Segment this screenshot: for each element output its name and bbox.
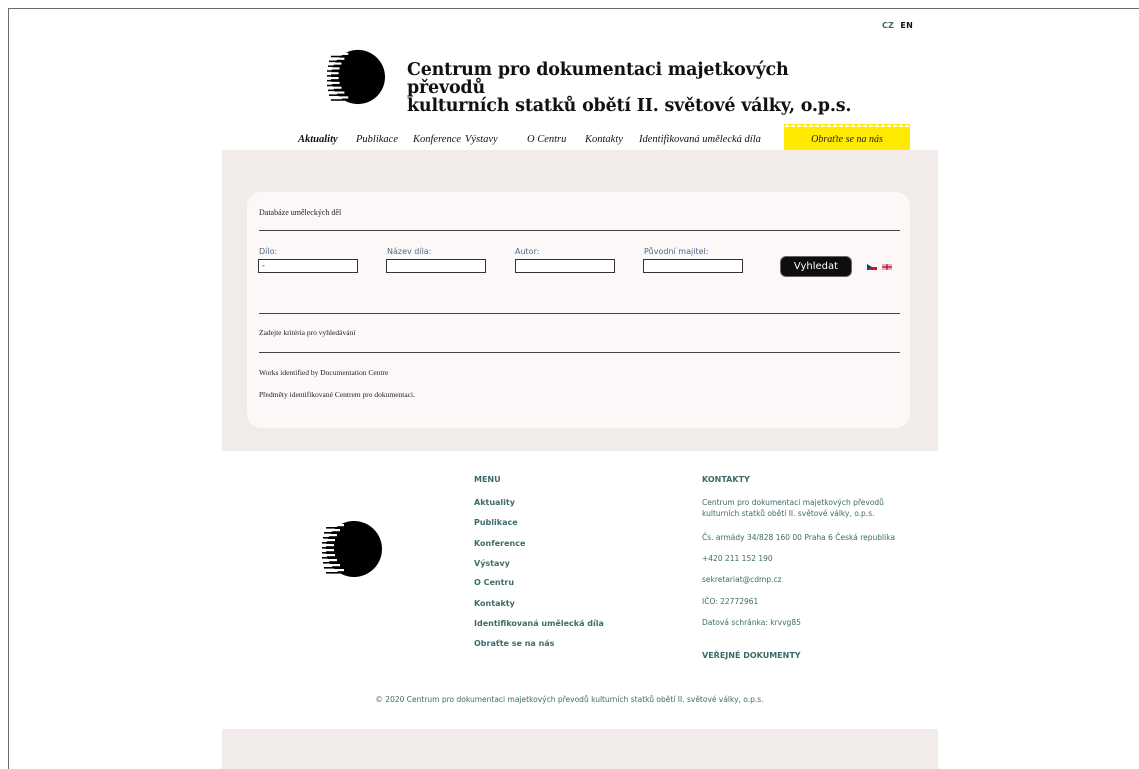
window-left-border [8, 8, 9, 769]
puvodni-majitel-input[interactable] [643, 259, 743, 273]
footer-link-o-centru[interactable]: O Centru [474, 578, 514, 587]
copyright-text: © 2020 Centrum pro dokumentaci majetkový… [375, 695, 764, 704]
footer-public-docs-link[interactable]: VEŘEJNÉ DOKUMENTY [702, 651, 801, 660]
footer-link-obratte-se[interactable]: Obraťte se na nás [474, 639, 554, 648]
nav-item-aktuality[interactable]: Aktuality [298, 134, 338, 145]
footer-link-publikace[interactable]: Publikace [474, 518, 518, 527]
footer-org-line-2: kulturních statků obětí II. světové válk… [702, 509, 875, 518]
site-title[interactable]: Centrum pro dokumentaci majetkových přev… [407, 61, 867, 115]
czech-flag-icon[interactable] [867, 264, 877, 270]
divider-top [259, 230, 900, 231]
footer-ico: IČO: 22772961 [702, 597, 759, 606]
lang-cz-link[interactable]: CZ [882, 21, 894, 30]
footer-link-konference[interactable]: Konference [474, 539, 525, 548]
footer-address: Čs. armády 34/828 160 00 Praha 6 Česká r… [702, 533, 896, 542]
autor-label: Autor: [515, 247, 540, 256]
footer-org-name: Centrum pro dokumentaci majetkových přev… [702, 497, 884, 519]
contact-us-label: Obraťte se na nás [811, 134, 883, 145]
nav-item-o-centru[interactable]: O Centru [527, 134, 566, 145]
footer-databox: Datová schránka: krvvg85 [702, 618, 801, 627]
dilo-input[interactable]: - [258, 259, 358, 273]
nav-item-kontakty[interactable]: Kontakty [585, 134, 623, 145]
site-logo-icon[interactable] [327, 47, 385, 107]
uk-flag-icon[interactable] [882, 264, 892, 270]
search-button[interactable]: Vyhledat [781, 257, 851, 276]
language-switcher: CZ EN [882, 21, 913, 30]
footer-phone[interactable]: +420 211 152 190 [702, 553, 773, 564]
nav-item-identifikovana-dila[interactable]: Identifikovaná umělecká díla [639, 134, 761, 145]
footer-logo-icon[interactable] [322, 519, 382, 579]
footer-link-vystavy[interactable]: Výstavy [474, 559, 510, 568]
footer-email[interactable]: sekretariat@cdmp.cz [702, 574, 782, 585]
nav-item-vystavy[interactable]: Výstavy [465, 134, 498, 145]
footer-contacts-heading: KONTAKTY [702, 475, 750, 484]
nazev-dila-label: Název díla: [387, 247, 432, 256]
autor-input[interactable] [515, 259, 615, 273]
divider-middle [259, 313, 900, 314]
footer-org-line-1: Centrum pro dokumentaci majetkových přev… [702, 498, 884, 507]
footer-link-kontakty[interactable]: Kontakty [474, 599, 515, 608]
search-button-label: Vyhledat [793, 261, 839, 272]
window-top-border [8, 8, 1139, 9]
lang-en-link[interactable]: EN [900, 21, 913, 30]
search-hint: Zadejte kritéria pro vyhledávání [259, 328, 356, 337]
puvodni-majitel-label: Původní majitel: [644, 247, 709, 256]
dilo-label: Dílo: [259, 247, 278, 256]
site-title-line-1: Centrum pro dokumentaci majetkových přev… [407, 60, 789, 98]
footer-link-identifikovana-dila[interactable]: Identifikovaná umělecká díla [474, 619, 604, 628]
divider-bottom [259, 352, 900, 353]
works-identified-en[interactable]: Works identified by Documentation Centre [259, 368, 388, 377]
nazev-dila-input[interactable] [386, 259, 486, 273]
footer-menu-heading: MENU [474, 475, 501, 484]
site-title-line-2: kulturních statků obětí II. světové válk… [407, 96, 852, 116]
works-identified-cz[interactable]: Předměty identifikované Centrem pro doku… [259, 390, 415, 399]
footer-link-aktuality[interactable]: Aktuality [474, 498, 515, 507]
nav-item-publikace[interactable]: Publikace [356, 134, 398, 145]
nav-item-konference[interactable]: Konference [413, 134, 461, 145]
search-card-title: Databáze uměleckých děl [259, 208, 342, 217]
bottom-background [222, 729, 938, 769]
